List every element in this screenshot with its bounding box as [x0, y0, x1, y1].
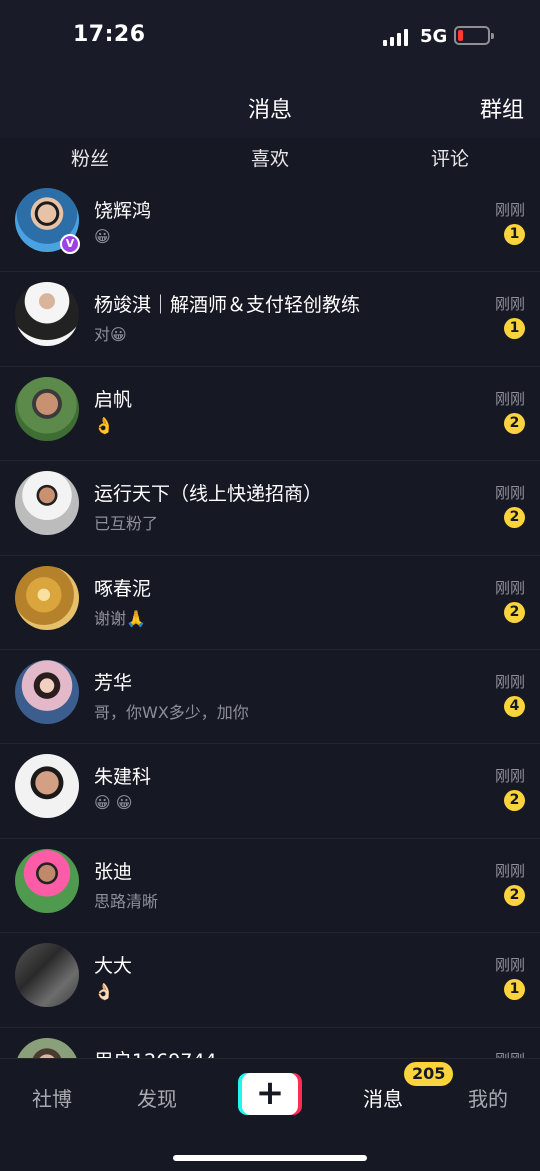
tab-messages[interactable]: 消息: [338, 1083, 428, 1112]
avatar: [15, 471, 79, 536]
conversation-row[interactable]: 大大 👌🏻 刚刚 1: [0, 933, 540, 1028]
tab-discover[interactable]: 发现: [112, 1083, 202, 1112]
unread-badge: 1: [504, 318, 525, 340]
contact-name: 杨竣淇｜解酒师＆支付轻创教练: [94, 294, 361, 317]
message-preview: 😀: [94, 227, 111, 246]
message-preview: 哥，你WX多少，加你: [94, 703, 249, 722]
unread-badge: 2: [504, 601, 525, 623]
contact-name: 啄春泥: [94, 577, 152, 600]
tab-home[interactable]: 社博: [7, 1083, 97, 1112]
conversation-row[interactable]: 启帆 👌 刚刚 2: [0, 367, 540, 462]
create-button[interactable]: +: [238, 1073, 302, 1115]
message-time: 刚刚: [494, 201, 525, 219]
network-type: 5G: [420, 26, 448, 47]
conversation-row[interactable]: 杨竣淇｜解酒师＆支付轻创教练 对😀 刚刚 1: [0, 272, 540, 367]
message-time: 刚刚: [494, 956, 525, 975]
message-time: 刚刚: [495, 1049, 525, 1058]
signal-icon: [383, 28, 411, 46]
message-preview: 已互粉了: [94, 514, 159, 534]
unread-badge: 4: [504, 696, 525, 717]
tab-fans[interactable]: 粉丝: [30, 144, 150, 171]
unread-badge: 1: [504, 979, 525, 1001]
avatar: [15, 660, 79, 724]
contact-name: 张迪: [94, 860, 133, 883]
avatar: [15, 565, 79, 630]
message-preview: 😀 😀: [94, 793, 133, 813]
message-time: 刚刚: [494, 767, 525, 786]
unread-badge: 1: [504, 224, 525, 245]
conversation-row[interactable]: V 饶辉鸿 😀 刚刚 1: [0, 178, 540, 273]
message-time: 刚刚: [494, 673, 525, 691]
page-title: 消息: [247, 98, 292, 123]
contact-name: 饶辉鸿: [94, 200, 152, 222]
subtab-bar: 粉丝 喜欢 评论: [0, 138, 540, 178]
message-time: 刚刚: [494, 484, 525, 503]
contact-name: 朱建科: [94, 766, 152, 789]
avatar: [15, 848, 79, 913]
avatar: [15, 282, 79, 347]
contact-name: 运行天下（线上快递招商）: [94, 483, 323, 506]
verified-badge-icon: V: [60, 234, 80, 254]
message-preview: 👌🏻: [94, 982, 114, 1002]
avatar: [15, 1037, 79, 1058]
status-bar: 17:26 5G: [0, 0, 540, 70]
contact-name: 用户1269744: [94, 1046, 217, 1058]
unread-badge: 2: [504, 790, 525, 812]
avatar: [15, 376, 79, 441]
message-time: 刚刚: [494, 295, 525, 314]
conversation-list: V 饶辉鸿 😀 刚刚 1 杨竣淇｜解酒师＆支付轻创教练 对😀 刚刚 1 启帆 👌…: [0, 178, 540, 1058]
conversation-row[interactable]: 朱建科 😀 😀 刚刚 2: [0, 744, 540, 839]
battery-icon: [454, 26, 494, 45]
tab-me[interactable]: 我的: [443, 1083, 533, 1112]
tab-likes[interactable]: 喜欢: [210, 144, 330, 171]
conversation-row[interactable]: 张迪 思路清晰 刚刚 2: [0, 839, 540, 934]
plus-icon: +: [255, 1073, 285, 1113]
avatar: [15, 754, 79, 819]
message-time: 刚刚: [494, 389, 525, 408]
tab-comments[interactable]: 评论: [390, 144, 510, 171]
message-preview: 对😀: [94, 325, 127, 345]
group-button[interactable]: 群组: [480, 92, 524, 124]
contact-name: 芳华: [94, 672, 133, 694]
conversation-row[interactable]: 啄春泥 谢谢🙏 刚刚 2: [0, 556, 540, 650]
home-indicator: [173, 1155, 367, 1161]
conversation-row[interactable]: 运行天下（线上快递招商） 已互粉了 刚刚 2: [0, 461, 540, 556]
message-preview: 谢谢🙏: [94, 608, 146, 628]
header: 消息 群组: [0, 70, 540, 138]
message-preview: 思路清晰: [94, 891, 159, 911]
unread-badge: 2: [504, 507, 525, 529]
message-time: 刚刚: [494, 861, 525, 880]
avatar: [15, 943, 79, 1008]
contact-name: 启帆: [94, 388, 133, 411]
conversation-row[interactable]: 芳华 哥，你WX多少，加你 刚刚 4: [0, 650, 540, 745]
message-preview: 👌: [94, 415, 114, 435]
message-time: 刚刚: [494, 578, 525, 597]
conversation-row[interactable]: 用户1269744 刚刚: [0, 1028, 540, 1058]
unread-badge: 2: [504, 412, 525, 434]
contact-name: 大大: [94, 955, 133, 978]
unread-badge: 2: [504, 884, 525, 906]
status-time: 17:26: [73, 22, 146, 47]
